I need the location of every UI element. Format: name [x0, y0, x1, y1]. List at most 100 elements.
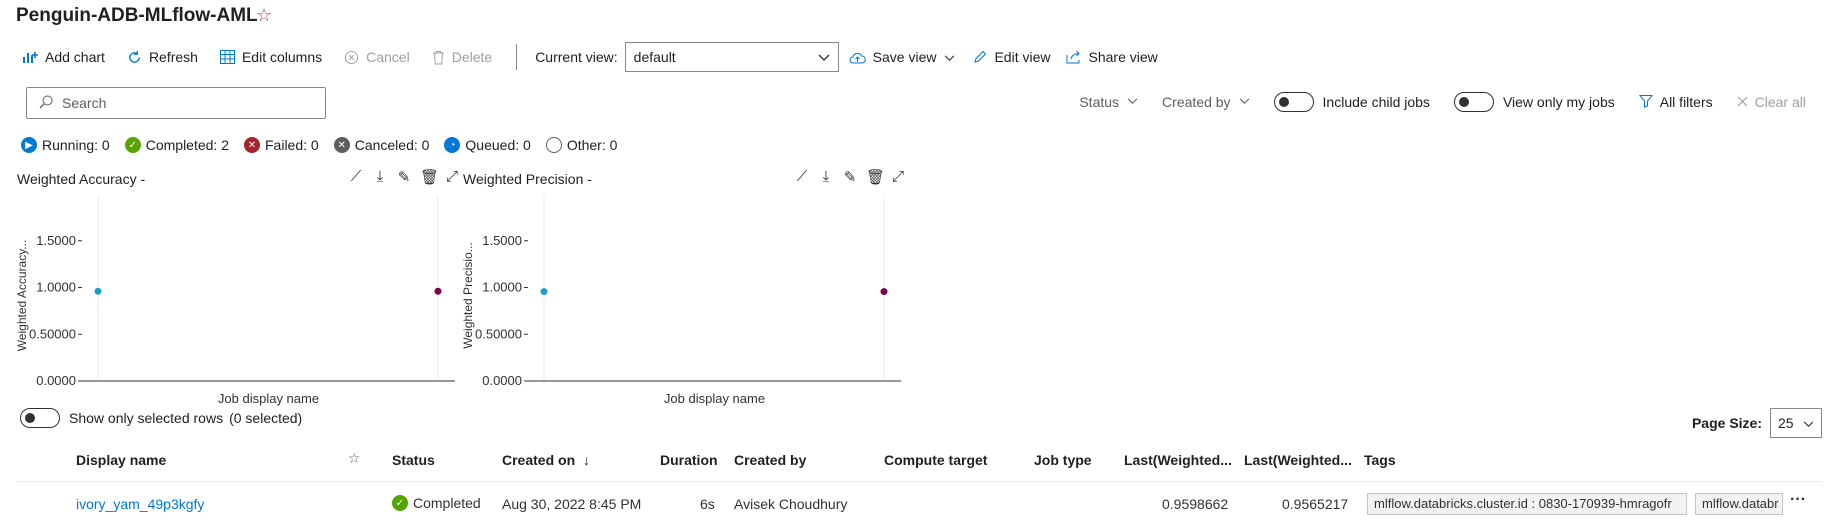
download-icon[interactable]: ⤓	[372, 168, 388, 186]
check-icon: ✓	[392, 495, 408, 511]
created-by-filter-dropdown[interactable]: Created by	[1162, 94, 1249, 110]
column-header-created-on[interactable]: Created on ↓	[502, 452, 590, 468]
status-running[interactable]: ▶ Running: 0	[21, 137, 110, 153]
refresh-icon	[127, 50, 142, 65]
chevron-down-icon	[818, 49, 830, 65]
status-failed[interactable]: ✕ Failed: 0	[244, 137, 319, 153]
line-chart-icon[interactable]: ⟋	[348, 168, 364, 186]
trash-icon[interactable]: 🗑	[866, 168, 885, 186]
more-options-icon[interactable]: ···	[1790, 491, 1806, 509]
share-icon	[1066, 50, 1082, 64]
expand-icon[interactable]: ⤢	[444, 168, 460, 186]
include-child-jobs-toggle[interactable]: Include child jobs	[1273, 92, 1430, 112]
chevron-down-icon	[1127, 96, 1138, 108]
status-filter-dropdown[interactable]: Status	[1079, 94, 1138, 110]
y-tick-label: 0.0000	[482, 373, 522, 388]
status-text: Completed	[413, 495, 481, 511]
job-display-name-link[interactable]: ivory_yam_49p3kgfy	[76, 496, 204, 512]
status-completed[interactable]: ✓ Completed: 2	[124, 137, 229, 153]
column-header-display-name[interactable]: Display name	[76, 452, 166, 468]
column-header-compute-target[interactable]: Compute target	[884, 452, 987, 468]
save-view-label: Save view	[872, 49, 937, 65]
last-weighted-precision-cell: 0.9565217	[1282, 496, 1349, 512]
canceled-x-icon: ✕	[333, 137, 350, 153]
status-queued[interactable]: ◔ Queued: 0	[444, 137, 531, 153]
y-tick-label: 0.0000	[36, 373, 76, 388]
error-x-icon: ✕	[244, 137, 260, 153]
empty-circle-icon	[545, 137, 562, 153]
cloud-upload-icon	[849, 51, 866, 64]
queued-count: Queued: 0	[465, 137, 531, 153]
chart-toolbar: ⟋ ⤓ ✎ 🗑 ⤢	[794, 168, 906, 186]
page-title: Penguin-ADB-MLflow-AML	[16, 5, 258, 26]
view-only-my-jobs-label: View only my jobs	[1502, 94, 1615, 110]
chart-toolbar: ⟋ ⤓ ✎ 🗑 ⤢	[348, 168, 460, 186]
refresh-button[interactable]: Refresh	[127, 49, 198, 65]
y-tick-label: 1.5000	[482, 233, 522, 248]
trash-icon[interactable]: 🗑	[420, 168, 439, 186]
created-on-cell: Aug 30, 2022 8:45 PM	[502, 496, 642, 512]
column-header-created-by[interactable]: Created by	[734, 452, 806, 468]
download-icon[interactable]: ⤓	[818, 168, 834, 186]
chevron-down-icon	[1803, 415, 1814, 431]
x-axis-label: Job display name	[218, 391, 319, 406]
chart-weighted-accuracy: 0.0000 0.50000 1.0000 1.5000 Job display nam…	[15, 194, 455, 406]
status-canceled[interactable]: ✕ Canceled: 0	[333, 137, 429, 153]
page-size-dropdown[interactable]: 25	[1770, 408, 1822, 438]
edit-view-button[interactable]: Edit view	[973, 49, 1051, 65]
close-icon	[1737, 94, 1748, 110]
trash-icon	[432, 50, 445, 65]
toggle-switch[interactable]	[1453, 92, 1494, 112]
cancel-button[interactable]: Cancel	[344, 49, 410, 65]
tag-chip[interactable]: mlflow.databr	[1695, 493, 1783, 515]
sort-descending-arrow-icon: ↓	[583, 452, 591, 468]
pencil-icon[interactable]: ✎	[842, 168, 858, 186]
pencil-icon[interactable]: ✎	[396, 168, 412, 186]
chevron-down-icon	[1239, 96, 1250, 108]
search-icon	[39, 95, 53, 112]
current-view-value: default	[633, 49, 676, 65]
view-only-my-jobs-toggle[interactable]: View only my jobs	[1453, 92, 1615, 112]
toggle-switch[interactable]	[1273, 92, 1314, 112]
save-view-button[interactable]: Save view	[849, 49, 956, 65]
other-count: Other: 0	[566, 137, 618, 153]
page-size-label: Page Size:	[1691, 415, 1762, 431]
column-header-job-type[interactable]: Job type	[1034, 452, 1092, 468]
cancel-circle-icon	[344, 50, 359, 65]
show-selected-rows-toggle[interactable]: Show only selected rows (0 selected)	[20, 408, 302, 428]
y-tick-label: 0.50000	[29, 326, 76, 341]
created-by-cell: Avisek Choudhury	[734, 496, 848, 512]
edit-columns-button[interactable]: Edit columns	[219, 49, 322, 65]
delete-label: Delete	[451, 49, 493, 65]
bar-chart-icon	[22, 50, 38, 64]
page-size-value: 25	[1778, 415, 1794, 431]
delete-button[interactable]: Delete	[432, 49, 492, 65]
line-chart-icon[interactable]: ⟋	[794, 168, 810, 186]
favorite-star-icon[interactable]: ☆	[256, 5, 272, 26]
chart-weighted-precision: 0.0000 0.50000 1.0000 1.5000 Job display nam…	[461, 194, 901, 406]
column-header-status[interactable]: Status	[392, 452, 435, 468]
data-point	[880, 288, 888, 296]
y-tick-label: 1.5000	[36, 233, 76, 248]
column-header-duration[interactable]: Duration	[660, 452, 718, 468]
add-chart-button[interactable]: Add chart	[22, 49, 105, 65]
toolbar: Add chart Refresh Edit columns Cancel De…	[22, 42, 1180, 72]
toggle-switch[interactable]	[20, 408, 60, 428]
all-filters-button[interactable]: All filters	[1638, 94, 1713, 111]
status-summary: ▶ Running: 0 ✓ Completed: 2 ✕ Failed: 0 …	[21, 137, 632, 153]
share-view-button[interactable]: Share view	[1066, 49, 1158, 65]
completed-count: Completed: 2	[145, 137, 229, 153]
expand-icon[interactable]: ⤢	[890, 168, 906, 186]
search-input[interactable]: Search	[26, 87, 326, 119]
clear-all-button[interactable]: Clear all	[1737, 94, 1806, 110]
favorite-column-star-icon[interactable]: ☆	[348, 450, 361, 467]
column-header-last-weighted-accuracy[interactable]: Last(Weighted...	[1124, 452, 1232, 468]
tag-chip[interactable]: mlflow.databricks.cluster.id : 0830-1709…	[1367, 493, 1687, 515]
column-header-tags[interactable]: Tags	[1364, 452, 1396, 468]
y-axis-label: Weighted Accuracy...	[15, 240, 29, 352]
column-header-last-weighted-precision[interactable]: Last(Weighted...	[1244, 452, 1352, 468]
status-other[interactable]: Other: 0	[545, 137, 618, 153]
current-view-dropdown[interactable]: default	[624, 42, 839, 72]
status-filter-label: Status	[1079, 94, 1120, 110]
filter-funnel-icon	[1638, 94, 1653, 111]
